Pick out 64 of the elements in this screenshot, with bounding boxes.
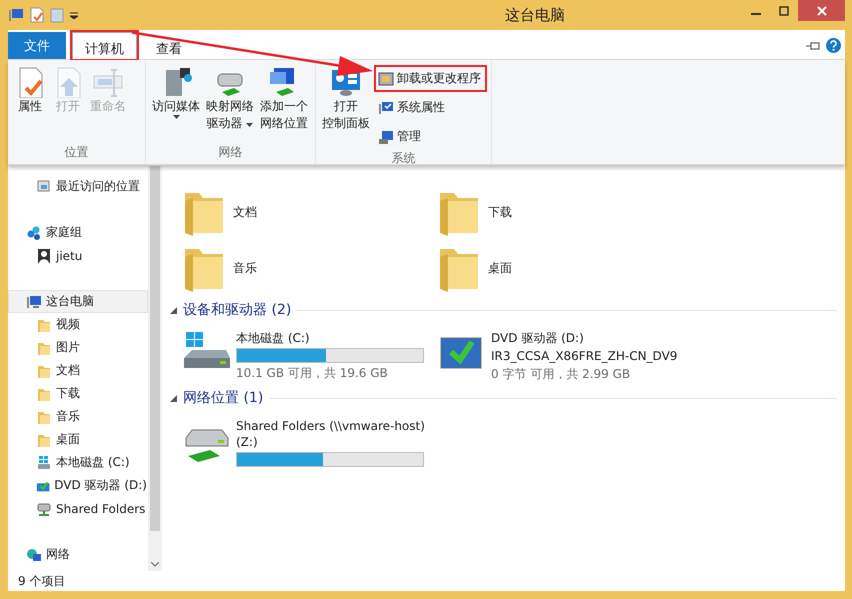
navigation-item[interactable]: 视频 xyxy=(8,313,148,336)
navigation-item[interactable]: 文档 xyxy=(8,359,148,382)
folder-name: 桌面 xyxy=(488,260,512,276)
group-label: 系统 xyxy=(390,150,416,167)
customize-menu-icon[interactable] xyxy=(70,11,78,19)
computer-icon[interactable] xyxy=(8,7,24,23)
navigation-item[interactable]: 音乐 xyxy=(8,405,148,428)
drive-name: DVD 驱动器 (D:) xyxy=(491,330,585,346)
folder-name: 文档 xyxy=(233,204,257,220)
computer-management-icon xyxy=(378,128,394,144)
collapse-icon[interactable] xyxy=(170,394,177,402)
navigation-item[interactable]: 这台电脑 xyxy=(8,290,148,313)
group-label: 位置 xyxy=(64,144,90,161)
properties-icon[interactable] xyxy=(30,7,44,23)
system-properties-icon xyxy=(378,100,394,116)
maximize-icon xyxy=(779,6,789,16)
navigation-item[interactable]: DVD 驱动器 (D:) xyxy=(8,474,148,497)
pin-icon[interactable] xyxy=(806,40,820,50)
close-button[interactable] xyxy=(798,0,845,21)
drive-name: 本地磁盘 (C:) xyxy=(236,330,311,346)
drive-name: Shared Folders (\\vmware-host) (Z:) xyxy=(236,418,425,450)
folder-name: 下载 xyxy=(488,204,512,220)
ribbon-button[interactable]: 属性 xyxy=(12,64,48,144)
navigation-item[interactable]: 网络 xyxy=(8,543,148,566)
volume-label: IR3_CCSA_X86FRE_ZH-CN_DV9 xyxy=(491,348,678,364)
section-header[interactable]: 网络位置 (1) xyxy=(183,389,264,407)
file-menu-button[interactable]: 文件 xyxy=(8,32,66,59)
rename-icon xyxy=(92,66,124,98)
ribbon-button[interactable]: 添加一个 网络位置 xyxy=(258,64,310,144)
close-icon xyxy=(816,6,826,16)
help-icon[interactable] xyxy=(826,38,841,53)
drive-icon xyxy=(36,454,52,470)
minimize-icon xyxy=(751,12,761,14)
navigation-item[interactable]: 最近访问的位置 xyxy=(8,175,148,198)
user-icon xyxy=(36,248,52,264)
window-title: 这台电脑 xyxy=(504,6,566,24)
computer-icon xyxy=(26,294,42,310)
ribbon-button[interactable]: 访问媒体 xyxy=(150,64,202,144)
free-space-text: 10.1 GB 可用，共 19.6 GB xyxy=(236,365,389,382)
homegroup-icon xyxy=(26,224,42,240)
navigation-item[interactable]: 本地磁盘 (C:) xyxy=(8,451,148,474)
programs-icon xyxy=(378,70,394,86)
navigation-item[interactable]: Shared Folders xyxy=(8,497,148,520)
collapse-icon[interactable] xyxy=(170,306,177,314)
recent-places-icon xyxy=(36,178,52,194)
navigation-item[interactable]: 下载 xyxy=(8,382,148,405)
ribbon-button[interactable]: 卸载或更改程序 xyxy=(374,65,487,92)
network-drive-icon xyxy=(36,500,52,516)
free-space-text: 0 字节 可用，共 2.99 GB xyxy=(491,366,632,383)
navigation-item[interactable]: 家庭组 xyxy=(8,221,148,244)
ribbon-button[interactable]: 系统属性 xyxy=(374,94,487,121)
scroll-down-icon[interactable] xyxy=(151,562,159,567)
network-icon xyxy=(26,546,42,562)
folder-name: 音乐 xyxy=(233,260,257,276)
ribbon-tab[interactable]: 计算机 xyxy=(72,32,137,59)
item-count: 9 个项目 xyxy=(18,572,66,590)
ribbon-button[interactable]: 管理 xyxy=(374,123,487,150)
ribbon-button[interactable]: 映射网络 驱动器 xyxy=(204,64,256,144)
scrollbar[interactable] xyxy=(148,166,162,571)
navigation-item[interactable]: 图片 xyxy=(8,336,148,359)
section-header[interactable]: 设备和驱动器 (2) xyxy=(183,301,292,319)
navigation-item[interactable]: 桌面 xyxy=(8,428,148,451)
group-label: 网络 xyxy=(218,144,244,161)
navigation-item[interactable]: jietu xyxy=(8,244,148,267)
